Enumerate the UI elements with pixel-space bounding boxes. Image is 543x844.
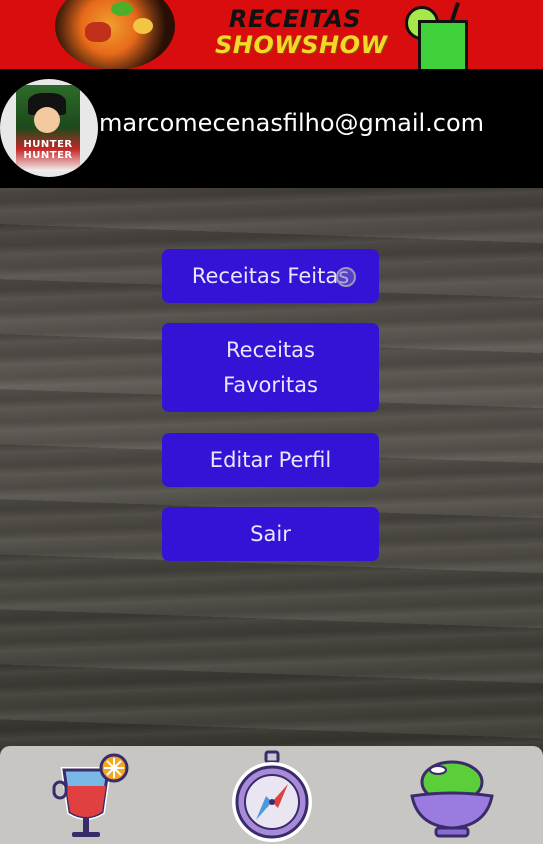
app-title-line1: RECEITAS <box>228 5 362 33</box>
cursor-indicator <box>336 267 356 287</box>
app-header: RECEITAS SHOWSHOW <box>0 0 543 69</box>
app-logo-title: RECEITAS SHOWSHOW <box>215 5 388 59</box>
logout-button[interactable]: Sair <box>162 507 379 561</box>
favorite-recipes-label: Receitas Favoritas <box>223 337 318 397</box>
drink-icon[interactable] <box>46 752 136 844</box>
edit-profile-button[interactable]: Editar Perfil <box>162 433 379 487</box>
compass-icon[interactable] <box>230 750 314 844</box>
food-bowl-icon[interactable] <box>404 756 500 842</box>
food-plate-icon <box>55 0 175 69</box>
avatar[interactable]: HUNTER HUNTER <box>0 79 98 177</box>
profile-bar: HUNTER HUNTER marcomecenasfilho@gmail.co… <box>0 69 543 188</box>
user-email: marcomecenasfilho@gmail.com <box>99 109 485 137</box>
favorite-recipes-button[interactable]: Receitas Favoritas <box>162 323 379 412</box>
drink-glass-icon <box>418 20 468 69</box>
app-title-line2: SHOWSHOW <box>215 31 388 59</box>
avatar-text: HUNTER HUNTER <box>23 139 73 161</box>
